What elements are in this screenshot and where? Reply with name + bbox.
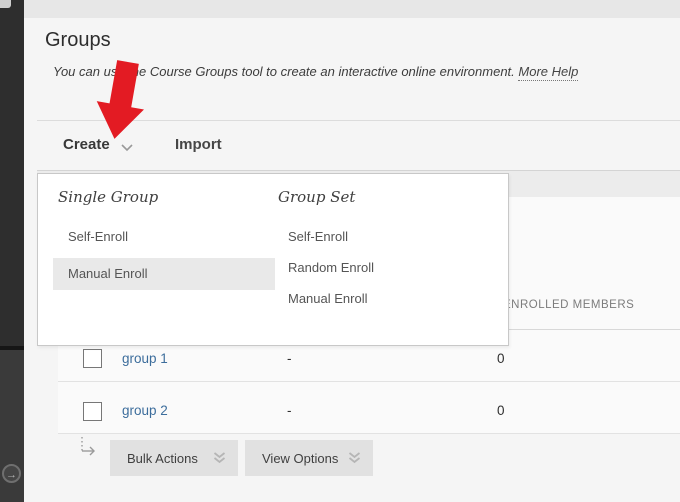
subtitle-text: You can use the Course Groups tool to cr… (53, 64, 515, 79)
page-title: Groups (45, 29, 111, 52)
bulk-actions-label: Bulk Actions (127, 451, 198, 466)
menu-item-single-manual-enroll[interactable]: Manual Enroll (68, 266, 148, 281)
sidebar-divider (0, 346, 24, 350)
group-set-cell: - (287, 351, 292, 366)
row-checkbox[interactable] (83, 402, 102, 421)
row-divider (58, 381, 680, 382)
menu-item-set-manual-enroll[interactable]: Manual Enroll (288, 291, 368, 306)
create-button[interactable]: Create (63, 136, 110, 153)
create-dropdown-menu: Single Group Self-Enroll Manual Enroll G… (37, 173, 509, 346)
more-help-link[interactable]: More Help (518, 64, 578, 81)
sidebar-expand-button[interactable]: → (2, 464, 21, 483)
view-options-button[interactable]: View Options (245, 440, 373, 476)
group-name-link[interactable]: group 2 (122, 403, 168, 418)
menu-item-set-self-enroll[interactable]: Self-Enroll (288, 229, 348, 244)
group-set-header: Group Set (278, 188, 355, 206)
enrolled-members-cell: 0 (497, 403, 505, 418)
chevron-down-icon (121, 144, 133, 152)
groups-page: → Groups You can use the Course Groups t… (0, 0, 680, 502)
double-chevron-down-icon (213, 452, 226, 464)
arrow-right-circle-icon: → (6, 469, 17, 481)
group-set-cell: - (287, 403, 292, 418)
menu-item-set-random-enroll[interactable]: Random Enroll (288, 260, 374, 275)
menu-item-single-self-enroll[interactable]: Self-Enroll (68, 229, 128, 244)
row-divider (58, 433, 680, 434)
return-arrow-icon (76, 436, 100, 462)
top-strip (24, 0, 680, 18)
action-bar-top-border (37, 120, 680, 121)
single-group-header: Single Group (58, 188, 158, 206)
group-name-link[interactable]: group 1 (122, 351, 168, 366)
column-header-enrolled-members[interactable]: ENROLLED MEMBERS (503, 299, 634, 311)
bulk-actions-button[interactable]: Bulk Actions (110, 440, 238, 476)
enrolled-members-cell: 0 (497, 351, 505, 366)
import-button[interactable]: Import (175, 136, 222, 153)
page-subtitle: You can use the Course Groups tool to cr… (53, 64, 578, 79)
double-chevron-down-icon (348, 452, 361, 464)
view-options-label: View Options (262, 451, 338, 466)
row-checkbox[interactable] (83, 349, 102, 368)
sidebar-mini-icon (0, 0, 11, 8)
